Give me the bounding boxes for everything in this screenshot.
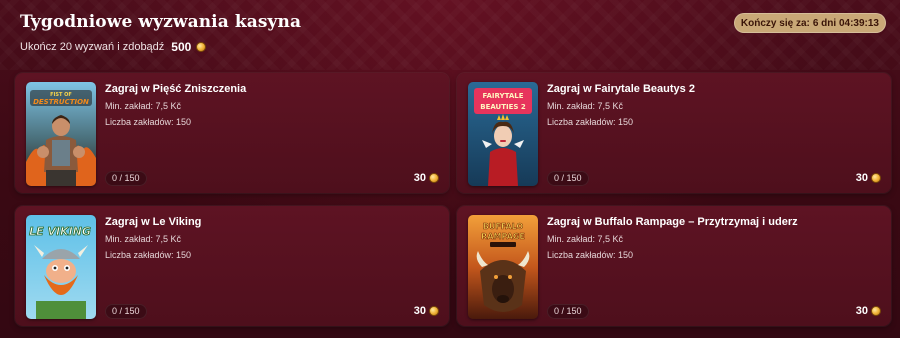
min-bet: Min. zakład: 7,5 Kč [547,101,624,111]
le-viking-thumbnail[interactable]: LE VIKING [26,215,96,319]
coin-icon [429,306,439,316]
bet-count: Liczba zakładów: 150 [547,117,634,127]
svg-text:BUFFALO: BUFFALO [483,222,524,231]
goal-text: Ukończ 20 wyzwań i zdobądź [20,41,165,53]
svg-text:FAIRYTALE: FAIRYTALE [483,92,524,100]
bet-count: Liczba zakładów: 150 [105,117,192,127]
svg-text:DESTRUCTION: DESTRUCTION [33,98,89,106]
challenge-reward: 30 [856,305,881,317]
coin-icon [196,42,207,52]
challenge-reward: 30 [414,305,439,317]
countdown-label: Kończy się za: [740,17,810,29]
countdown-value: 6 dni 04:39:13 [812,17,879,29]
reward-amount: 30 [413,305,426,317]
min-bet: Min. zakład: 7,5 Kč [105,101,182,111]
challenge-card[interactable]: BUFFALO RAMPAGE Zagraj w Buffalo Rampage… [457,206,891,326]
coin-icon [871,173,881,183]
min-bet: Min. zakład: 7,5 Kč [547,234,624,244]
svg-text:BEAUTIES 2: BEAUTIES 2 [480,103,526,111]
challenge-title: Zagraj w Le Viking [105,216,202,228]
progress-badge: 0 / 150 [105,304,147,319]
progress-badge: 0 / 150 [547,304,589,319]
challenges-header: Tygodniowe wyzwania kasyna Ukończ 20 wyz… [20,12,886,58]
challenge-title: Zagraj w Fairytale Beautys 2 [547,83,695,95]
bet-count: Liczba zakładów: 150 [105,250,192,260]
reward-amount: 30 [855,305,868,317]
page-title: Tygodniowe wyzwania kasyna [20,12,302,32]
challenge-title: Zagraj w Pięść Zniszczenia [105,83,247,95]
countdown-badge: Kończy się za: 6 dni 04:39:13 [733,13,886,33]
buffalo-rampage-thumbnail[interactable]: BUFFALO RAMPAGE [468,215,538,319]
challenge-reward: 30 [414,172,439,184]
bet-count: Liczba zakładów: 150 [547,250,634,260]
reward-amount: 30 [855,172,868,184]
coin-icon [429,173,439,183]
min-bet: Min. zakład: 7,5 Kč [105,234,182,244]
challenge-title: Zagraj w Buffalo Rampage – Przytrzymaj i… [547,216,798,228]
fairytale-beauties-thumbnail[interactable]: FAIRYTALE BEAUTIES 2 [468,82,538,186]
progress-badge: 0 / 150 [105,171,147,186]
challenge-card[interactable]: FIST OF DESTRUCTION Zagraj w Pięść Znisz… [15,73,449,193]
svg-text:LE VIKING: LE VIKING [29,225,91,238]
fist-of-destruction-thumbnail[interactable]: FIST OF DESTRUCTION [26,82,96,186]
challenge-reward: 30 [856,172,881,184]
reward-amount: 30 [413,172,426,184]
svg-text:RAMPAGE: RAMPAGE [481,232,525,241]
progress-badge: 0 / 150 [547,171,589,186]
goal-reward-amount: 500 [171,40,192,54]
challenge-card[interactable]: LE VIKING Zagraj w Le Viking Min. zakład… [15,206,449,326]
challenge-card[interactable]: FAIRYTALE BEAUTIES 2 Zagraj w Fairytale … [457,73,891,193]
challenge-goal: Ukończ 20 wyzwań i zdobądź 500 [20,40,207,54]
coin-icon [871,306,881,316]
